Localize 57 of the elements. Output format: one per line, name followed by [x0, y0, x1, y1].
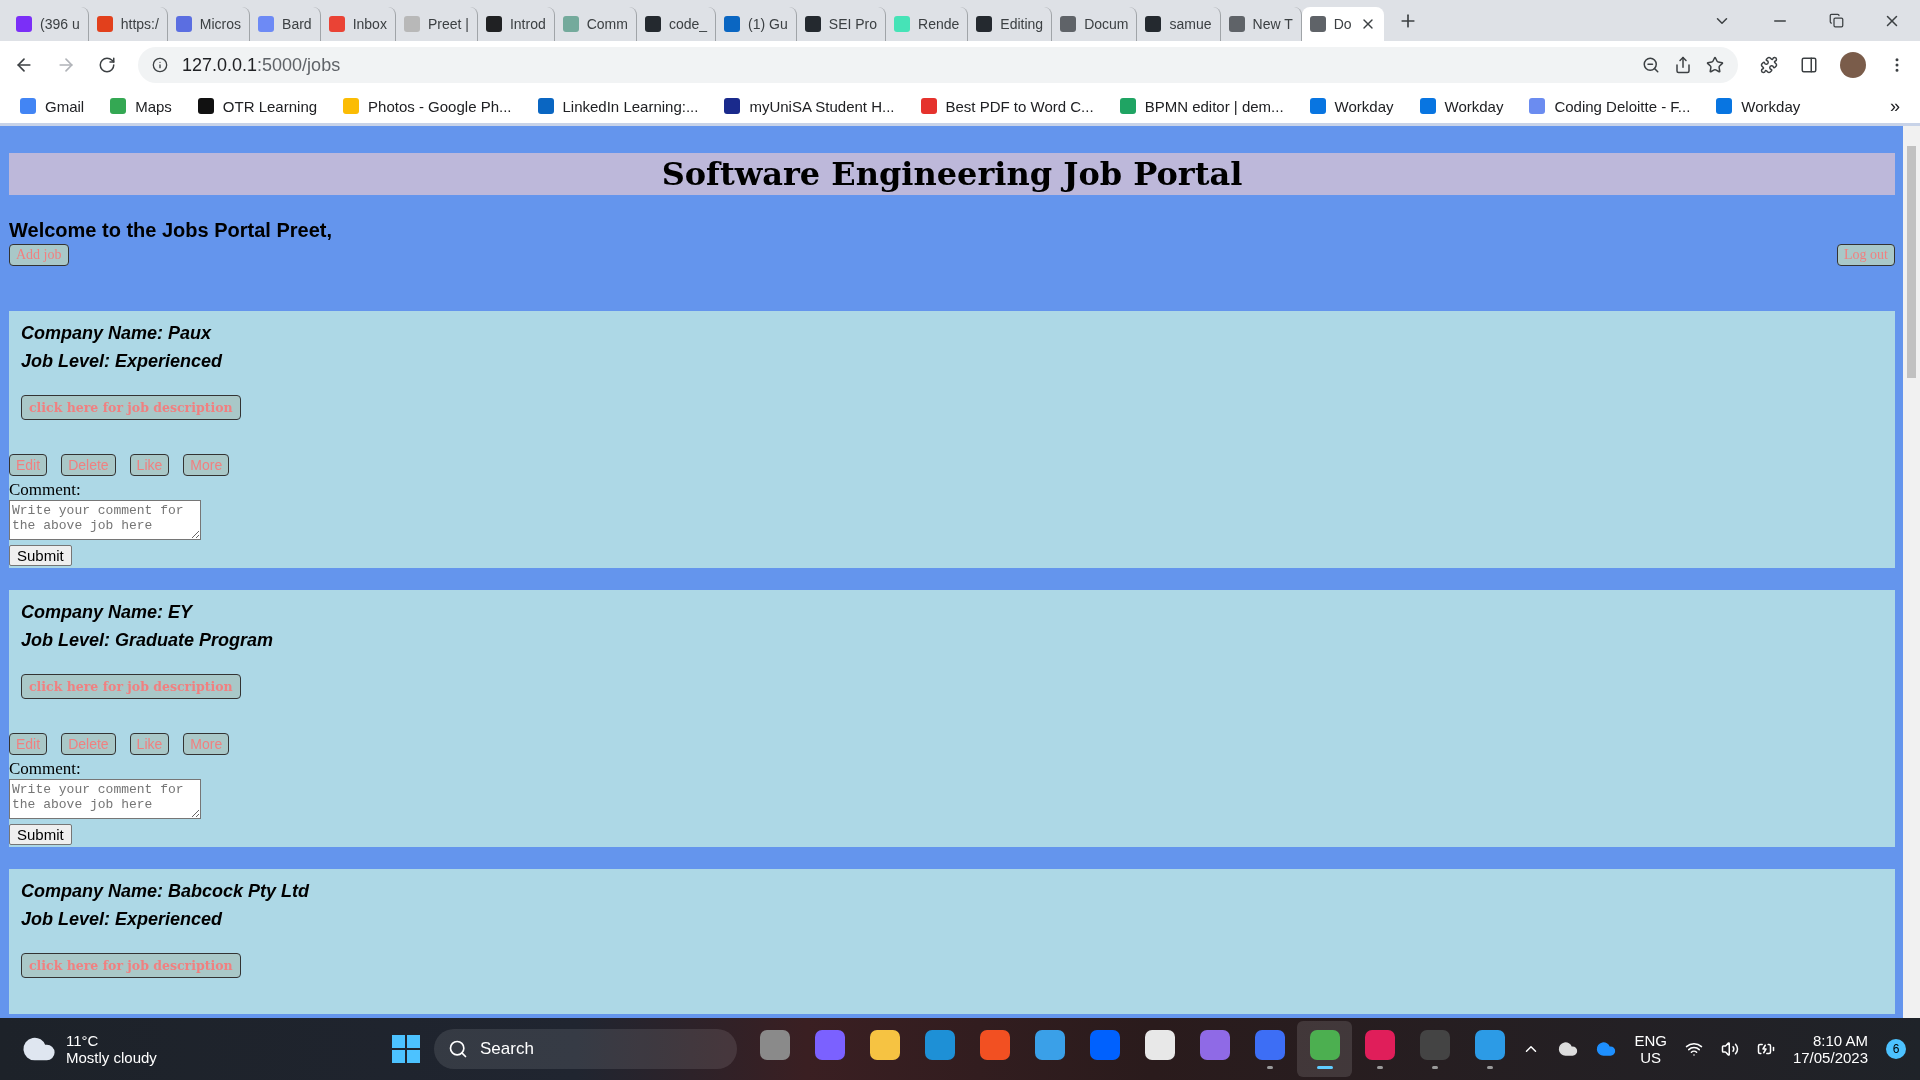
zoom-out-icon[interactable] [1642, 56, 1660, 74]
company-name: Company Name: Babcock Pty Ltd [21, 881, 311, 903]
reload-icon[interactable] [98, 56, 116, 74]
running-indicator [1486, 1065, 1493, 1069]
bookmark[interactable]: Coding Deloitte - F... [1529, 97, 1691, 115]
avatar[interactable] [1840, 52, 1866, 78]
submit-button[interactable]: Submit [9, 545, 72, 566]
temperature: 11°C [66, 1032, 100, 1049]
share-icon[interactable] [1674, 56, 1692, 74]
job-level: Job Level: Experienced [21, 351, 224, 373]
browser-tab[interactable]: Do [1301, 7, 1384, 41]
bookmark[interactable]: BPMN editor | dem... [1119, 97, 1284, 115]
bookmark[interactable]: Workday [1716, 97, 1801, 115]
submit-button[interactable]: Submit [9, 824, 72, 845]
scrollbar[interactable] [1903, 126, 1920, 1018]
search-icon [448, 1039, 468, 1059]
more-bookmarks[interactable]: » [1890, 95, 1900, 117]
company-name: Company Name: Paux [21, 323, 213, 345]
bookmark[interactable]: Workday [1309, 97, 1394, 115]
weather-condition: Mostly cloudy [66, 1049, 157, 1066]
comment-field[interactable]: Write your comment for the above job here [9, 500, 201, 540]
notification-badge[interactable]: 6 [1886, 1039, 1906, 1059]
bookmark[interactable]: Gmail [20, 97, 85, 115]
running-indicator [1266, 1065, 1273, 1069]
side-panel-icon[interactable] [1800, 56, 1818, 74]
comment-label: Comment: [9, 759, 82, 779]
running-indicator [1431, 1065, 1438, 1069]
wifi-icon [1684, 1040, 1703, 1058]
language-indicator[interactable]: ENG US [1634, 1032, 1667, 1066]
clock[interactable]: 8:10 AM 17/05/2023 [1792, 1032, 1868, 1066]
bookmark[interactable]: Photos - Google Ph... [343, 97, 512, 115]
company-name: Company Name: EY [21, 602, 194, 624]
taskbar-search[interactable]: Search [434, 1029, 737, 1069]
job-level: Job Level: Experienced [21, 909, 224, 931]
bookmark[interactable]: Workday [1419, 97, 1504, 115]
welcome-heading: Welcome to the Jobs Portal Preet, [9, 219, 334, 242]
running-indicator [1316, 1065, 1333, 1069]
cloud-icon [1596, 1039, 1617, 1059]
comment-label: Comment: [9, 480, 82, 500]
puzzle-icon[interactable] [1760, 56, 1778, 74]
bookmark[interactable]: Best PDF to Word C... [920, 97, 1094, 115]
star-icon[interactable] [1706, 56, 1724, 74]
bookmark[interactable]: Maps [110, 97, 172, 115]
windows-start-icon[interactable] [392, 1035, 420, 1063]
comment-field[interactable]: Write your comment for the above job here [9, 779, 201, 819]
address-bar[interactable]: 127.0.0.1:5000/jobs [138, 47, 1738, 83]
url-path: :5000/jobs [257, 54, 341, 76]
url-host: 127.0.0.1 [182, 54, 258, 76]
cloud-icon [1558, 1039, 1579, 1059]
running-indicator [1376, 1065, 1383, 1069]
volume-icon [1720, 1040, 1739, 1058]
bookmark[interactable]: OTR Learning [197, 97, 318, 115]
bookmark[interactable]: myUniSA Student H... [724, 97, 895, 115]
bookmark[interactable]: LinkedIn Learning:... [537, 97, 699, 115]
page-title: Software Engineering Job Portal [661, 155, 1243, 193]
job-level: Job Level: Graduate Program [21, 630, 275, 652]
info-icon[interactable] [152, 57, 168, 73]
